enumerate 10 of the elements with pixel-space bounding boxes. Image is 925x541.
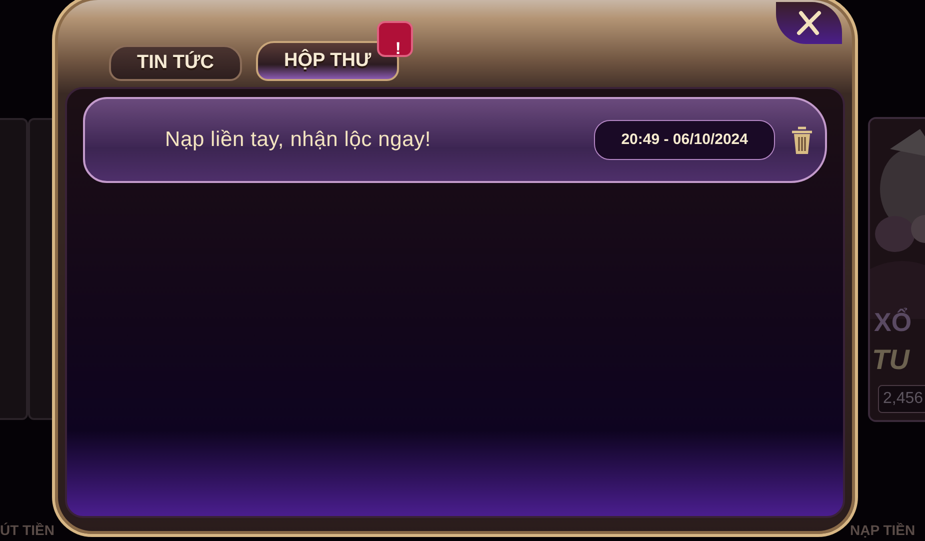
card-title: XỔ (874, 306, 912, 339)
tab[interactable]: TIN TỨC (109, 45, 242, 81)
message-time: 20:49 - 06/10/2024 (594, 120, 775, 160)
jackpot-amount: 2,456 (878, 385, 925, 413)
alert-badge: ! (377, 21, 414, 57)
close-icon (796, 10, 822, 36)
trash-icon[interactable] (791, 125, 813, 155)
message-title: Nạp liền tay, nhận lộc ngay! (165, 127, 432, 154)
message-row[interactable]: Nạp liền tay, nhận lộc ngay! 20:49 - 06/10/2024 (83, 97, 827, 183)
card-subtitle: TU (872, 343, 910, 377)
